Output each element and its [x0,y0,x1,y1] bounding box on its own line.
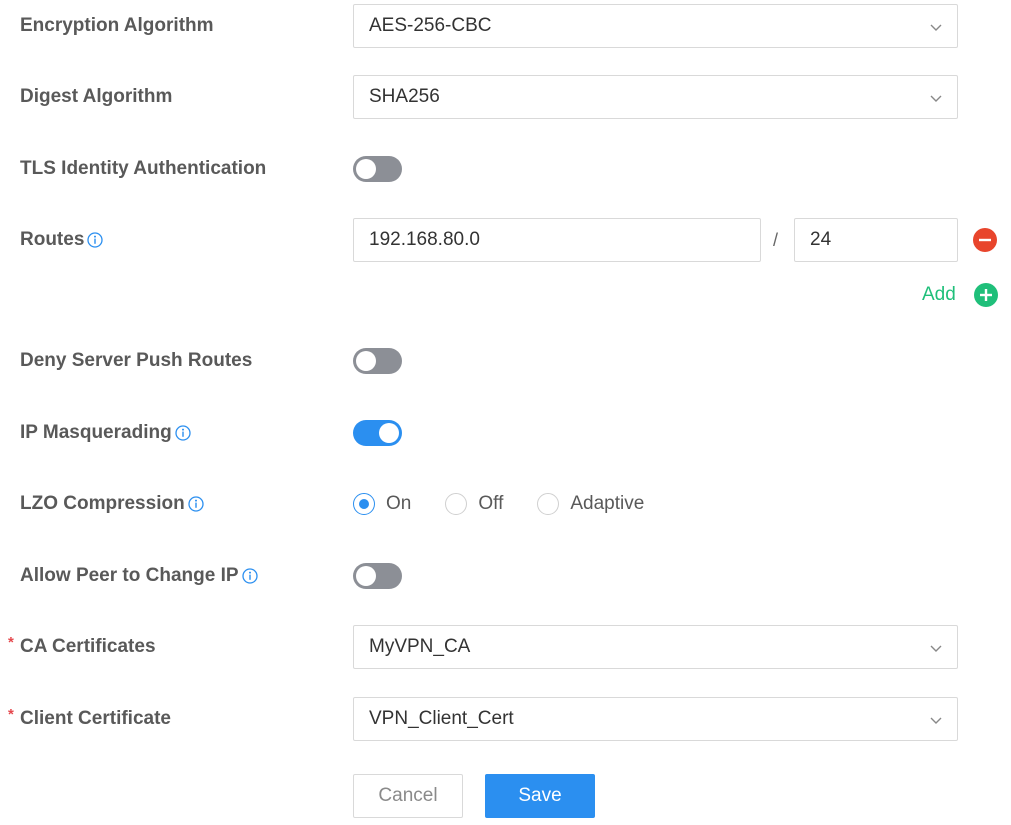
digest-algorithm-select[interactable]: SHA256 [353,75,958,119]
ip-masquerading-toggle[interactable] [353,420,402,446]
client-certificate-value: VPN_Client_Cert [369,708,514,729]
cancel-button[interactable]: Cancel [353,774,463,818]
tls-auth-row: TLS Identity Authentication [0,147,1011,191]
digest-algorithm-row: Digest Algorithm SHA256 [0,75,1011,119]
encryption-algorithm-value: AES-256-CBC [369,15,492,36]
digest-algorithm-label: Digest Algorithm [20,86,173,107]
radio-circle[interactable] [537,493,560,515]
toggle-knob [356,159,376,179]
tls-auth-label: TLS Identity Authentication [20,158,267,179]
peer-change-ip-row: Allow Peer to Change IP [0,554,1011,598]
add-route-icon[interactable] [974,283,998,307]
radio-label: Off [478,493,504,514]
lzo-compression-radio-group: On Off Adaptive [353,482,678,526]
info-icon[interactable] [241,568,258,584]
client-certificate-select[interactable]: VPN_Client_Cert [353,697,958,741]
chevron-down-icon [930,645,942,652]
tls-auth-toggle[interactable] [353,156,402,182]
deny-push-toggle[interactable] [353,348,402,374]
route-mask-input[interactable]: 24 [794,218,958,262]
radio-circle[interactable] [445,493,468,515]
radio-label: On [386,493,412,514]
ca-certificates-select[interactable]: MyVPN_CA [353,625,958,669]
routes-label: Routes [20,229,85,250]
client-certificate-label: Client Certificate [20,708,171,729]
lzo-compression-row: LZO Compression On Off Adaptive [0,482,1011,526]
encryption-algorithm-row: Encryption Algorithm AES-256-CBC [0,4,1011,48]
route-separator: / [773,229,779,250]
add-route-link[interactable]: Add [922,284,956,306]
lzo-radio-off[interactable]: Off [445,493,503,515]
ca-certificates-row: * CA Certificates MyVPN_CA [0,625,1011,669]
routes-row: Routes 192.168.80.0 / 24 [0,218,1011,262]
client-certificate-row: * Client Certificate VPN_Client_Cert [0,697,1011,741]
toggle-knob [356,566,376,586]
routes-label-wrap: Routes [20,218,104,262]
peer-change-ip-toggle[interactable] [353,563,402,589]
ip-masquerading-label: IP Masquerading [20,422,172,443]
lzo-radio-on[interactable]: On [353,493,411,515]
encryption-algorithm-label: Encryption Algorithm [20,15,214,36]
toggle-knob [356,351,376,371]
remove-route-icon[interactable] [973,228,997,252]
route-ip-input[interactable]: 192.168.80.0 [353,218,761,262]
required-asterisk: * [8,634,14,651]
ip-masquerading-row: IP Masquerading [0,411,1011,455]
peer-change-ip-label: Allow Peer to Change IP [20,565,239,586]
deny-push-row: Deny Server Push Routes [0,339,1011,383]
chevron-down-icon [930,717,942,724]
ca-certificates-value: MyVPN_CA [369,636,471,657]
ip-masquerading-label-wrap: IP Masquerading [20,411,191,455]
encryption-algorithm-select[interactable]: AES-256-CBC [353,4,958,48]
save-button[interactable]: Save [485,774,595,818]
lzo-radio-adaptive[interactable]: Adaptive [537,493,644,515]
toggle-knob [379,423,399,443]
chevron-down-icon [930,95,942,102]
lzo-compression-label-wrap: LZO Compression [20,482,204,526]
radio-label: Adaptive [570,493,645,514]
info-icon[interactable] [188,496,204,512]
route-mask-value: 24 [810,229,832,250]
info-icon[interactable] [87,232,104,248]
chevron-down-icon [930,24,942,31]
info-icon[interactable] [175,425,191,441]
radio-circle[interactable] [353,493,375,515]
route-ip-value: 192.168.80.0 [369,229,480,250]
peer-change-ip-label-wrap: Allow Peer to Change IP [20,554,258,598]
lzo-compression-label: LZO Compression [20,493,185,514]
ca-certificates-label: CA Certificates [20,636,156,657]
required-asterisk: * [8,706,14,723]
digest-algorithm-value: SHA256 [369,86,440,107]
deny-push-label: Deny Server Push Routes [20,350,253,371]
